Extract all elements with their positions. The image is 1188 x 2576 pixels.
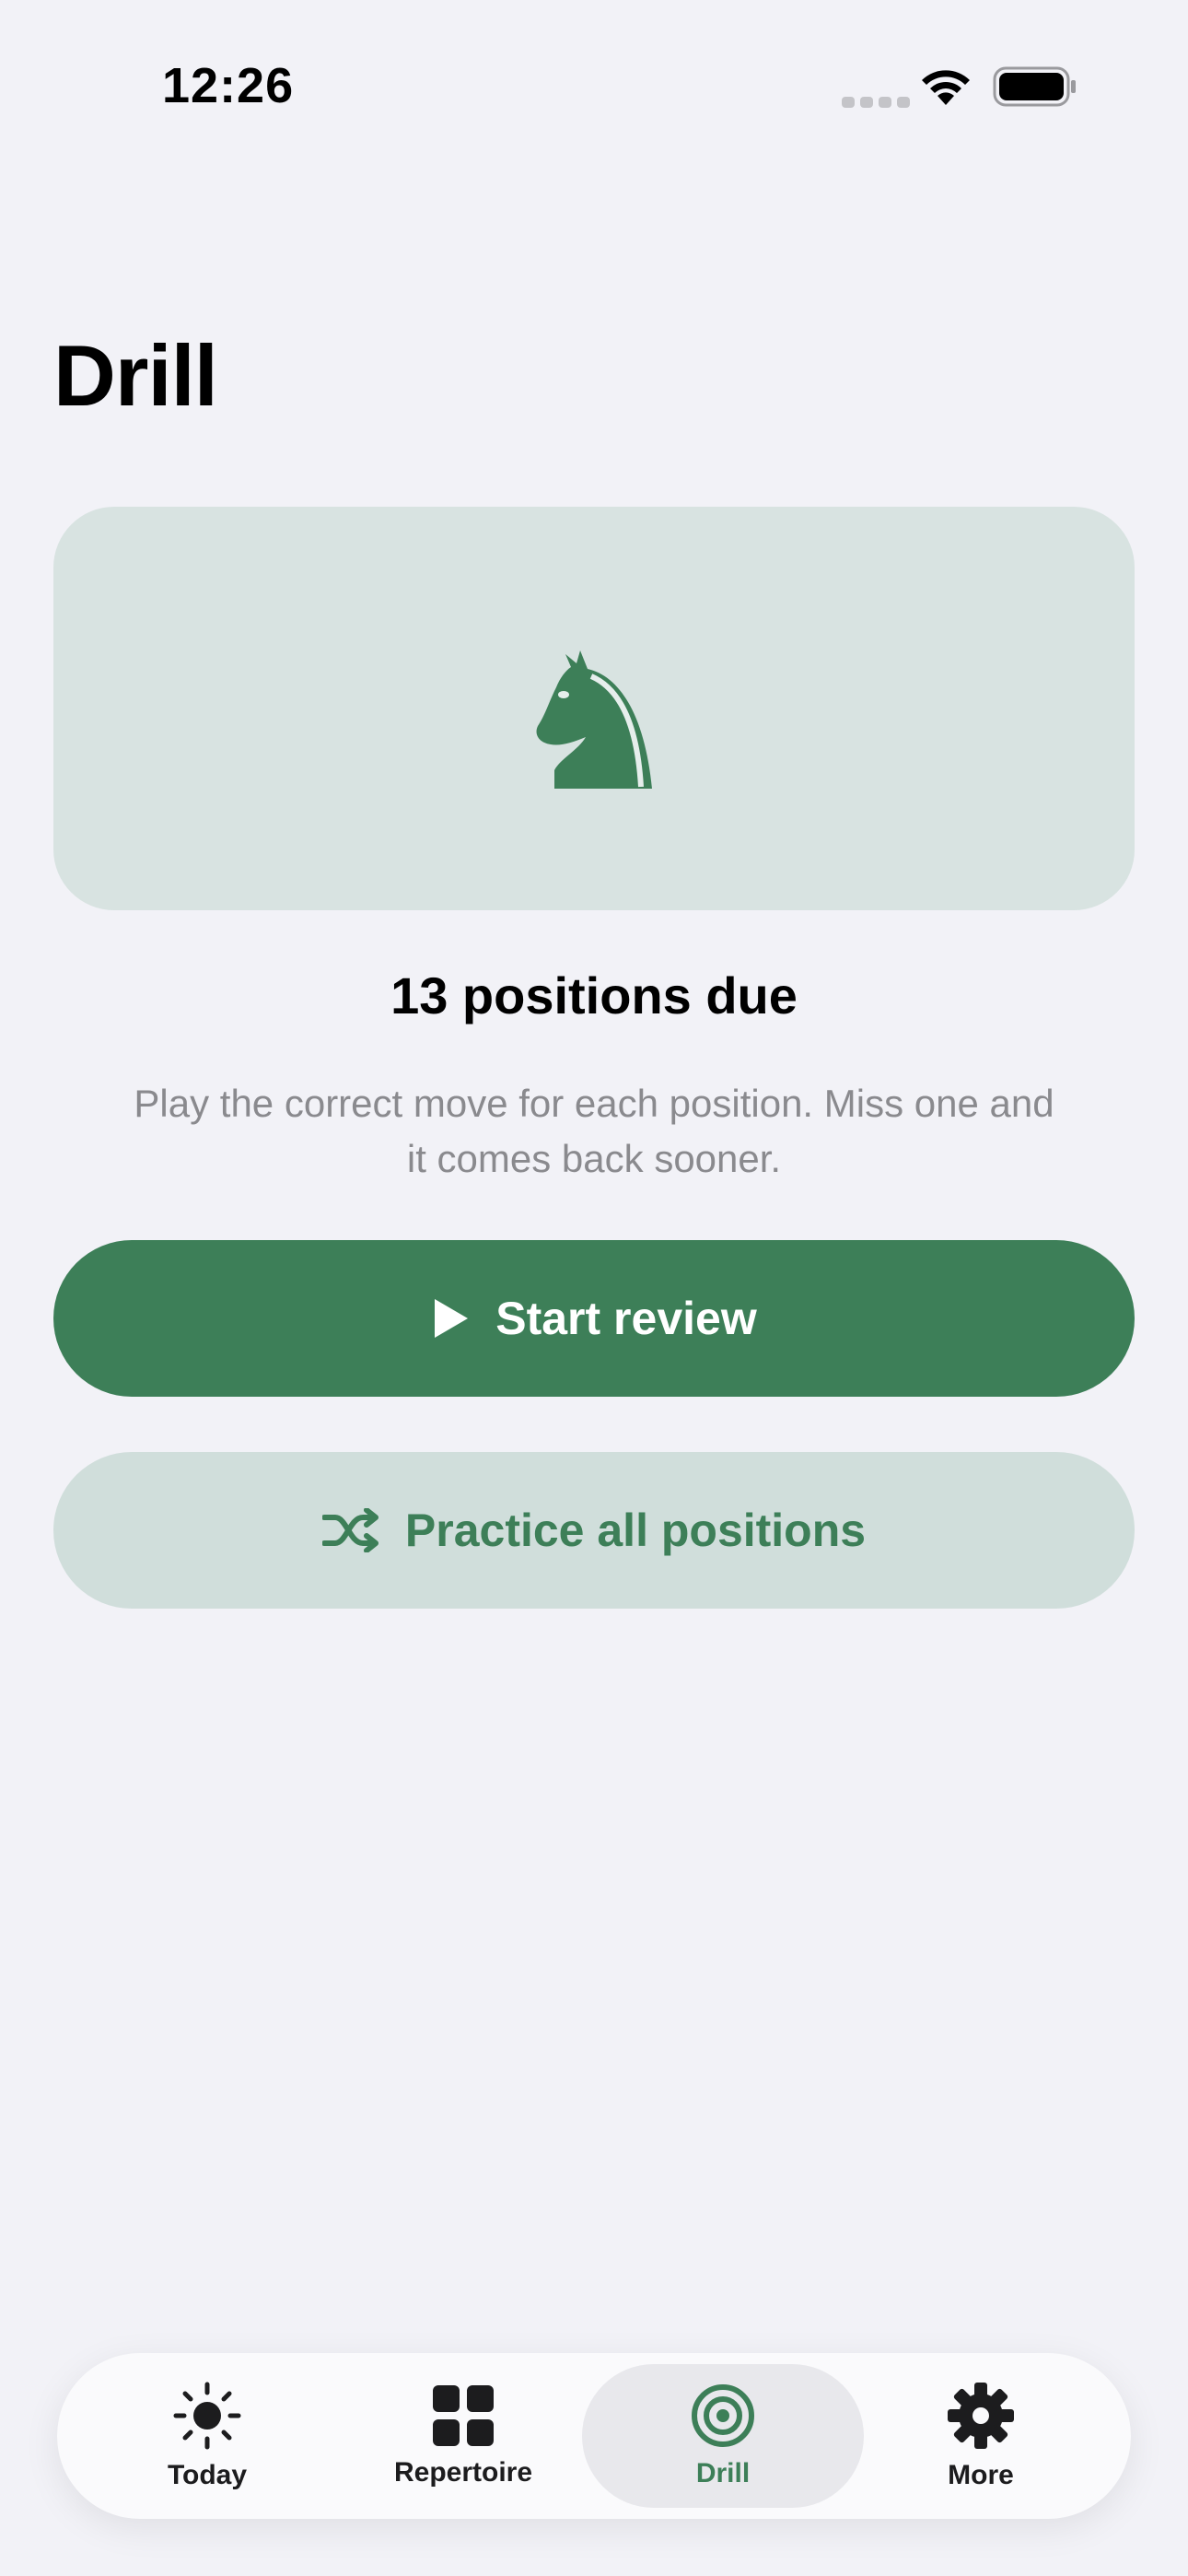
tab-today[interactable]: Today xyxy=(69,2353,345,2519)
tab-repertoire-label: Repertoire xyxy=(393,2457,533,2488)
gear-icon xyxy=(948,2383,1014,2449)
shuffle-icon xyxy=(321,1508,379,1552)
status-time: 12:26 xyxy=(162,58,295,113)
cellular-signal-icon xyxy=(842,96,915,112)
play-icon xyxy=(435,1299,469,1338)
wifi-icon xyxy=(922,70,970,105)
status-bar: 12:26 xyxy=(0,0,1188,175)
grid-icon xyxy=(433,2385,494,2446)
due-count: 13 positions due xyxy=(390,966,798,1025)
chess-knight-icon xyxy=(536,650,652,789)
start-review-label: Start review xyxy=(495,1293,757,1344)
tab-repertoire[interactable]: Repertoire xyxy=(325,2353,601,2519)
battery-icon xyxy=(993,66,1076,107)
start-review-button[interactable]: Start review xyxy=(53,1240,1135,1397)
sun-icon xyxy=(173,2382,241,2450)
tab-more-label: More xyxy=(948,2460,1014,2490)
practice-all-button[interactable]: Practice all positions xyxy=(53,1452,1135,1609)
page-title: Drill xyxy=(53,327,218,424)
tab-drill[interactable]: Drill xyxy=(585,2353,861,2519)
tab-drill-label: Drill xyxy=(695,2458,751,2488)
target-icon xyxy=(692,2384,754,2447)
tab-more[interactable]: More xyxy=(843,2353,1119,2519)
practice-all-label: Practice all positions xyxy=(404,1505,867,1556)
tab-bar: Today Repertoire Drill More xyxy=(57,2353,1131,2519)
drill-description: Play the correct move for each position.… xyxy=(134,1082,1054,1180)
tab-today-label: Today xyxy=(167,2460,248,2490)
